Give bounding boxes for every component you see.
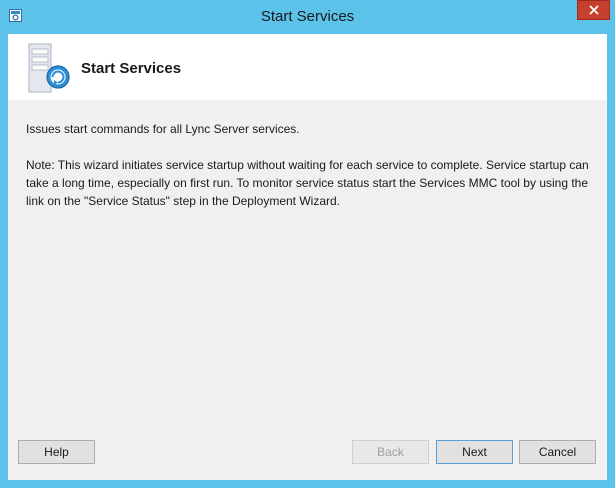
close-button[interactable]: [577, 0, 610, 20]
window-title: Start Services: [260, 8, 355, 25]
server-start-icon: [28, 43, 70, 93]
cancel-button[interactable]: Cancel: [519, 440, 596, 464]
page-title: Start Services: [81, 60, 182, 77]
back-button[interactable]: Back: [352, 440, 429, 464]
description-text: Issues start commands for all Lync Serve…: [26, 122, 300, 136]
help-button[interactable]: Help: [18, 440, 95, 464]
dialog-client-area: Start Services Issues start commands for…: [8, 34, 607, 480]
wizard-header: Start Services: [8, 34, 607, 100]
title-bar[interactable]: Start Services: [0, 0, 615, 34]
note-text: Note: This wizard initiates service star…: [26, 158, 589, 208]
wizard-window: Start Services Start Services Issues sta…: [0, 0, 615, 488]
next-button[interactable]: Next: [436, 440, 513, 464]
wizard-content: Issues start commands for all Lync Serve…: [26, 120, 596, 228]
close-icon: [588, 5, 599, 15]
